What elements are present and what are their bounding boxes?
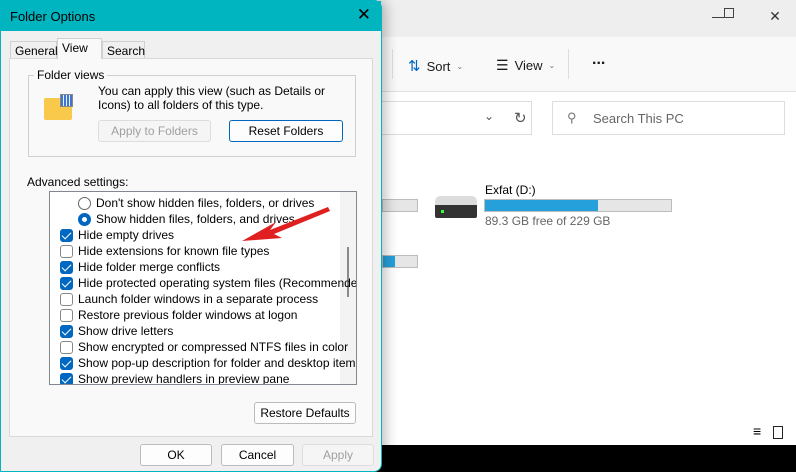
annotation-arrow [242, 207, 330, 241]
red-arrow-icon [242, 207, 330, 241]
tab-view[interactable]: View [57, 38, 102, 59]
